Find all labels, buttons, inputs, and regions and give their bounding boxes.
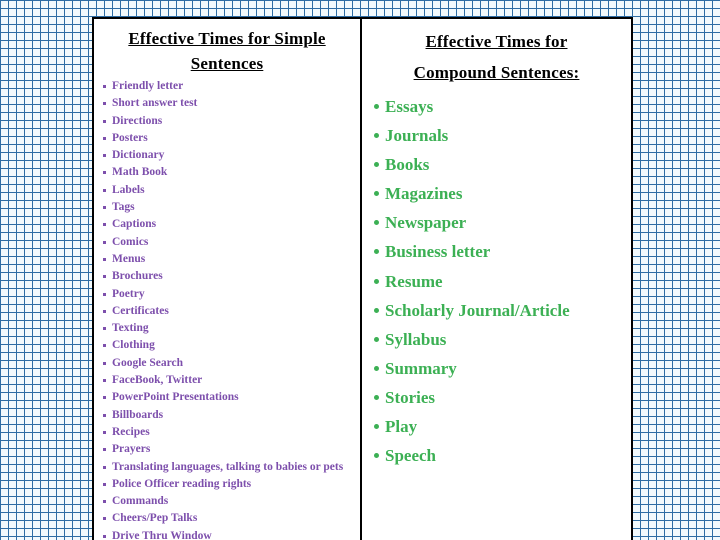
list-item: Police Officer reading rights	[103, 476, 360, 493]
list-item: Menus	[103, 251, 360, 268]
right-column-title: Effective Times for Compound Sentences:	[370, 26, 623, 88]
list-item: Poetry	[103, 286, 360, 303]
slide-content-panel: Effective Times for Simple Sentences Fri…	[92, 17, 633, 540]
list-item: Labels	[103, 182, 360, 199]
list-item: Certificates	[103, 303, 360, 320]
list-item: Clothing	[103, 337, 360, 354]
left-column-simple-sentences: Effective Times for Simple Sentences Fri…	[94, 19, 362, 540]
list-item: Short answer test	[103, 95, 360, 112]
list-item: Brochures	[103, 268, 360, 285]
list-item: Books	[374, 150, 631, 179]
list-item: Magazines	[374, 179, 631, 208]
list-item: FaceBook, Twitter	[103, 372, 360, 389]
list-item: Speech	[374, 441, 631, 470]
list-item: Tags	[103, 199, 360, 216]
left-column-title: Effective Times for Simple Sentences	[128, 29, 326, 73]
list-item: Billboards	[103, 407, 360, 424]
list-item: Scholarly Journal/Article	[374, 296, 631, 325]
list-item: Stories	[374, 383, 631, 412]
list-item: Translating languages, talking to babies…	[103, 459, 360, 476]
list-item: Comics	[103, 234, 360, 251]
list-item: Recipes	[103, 424, 360, 441]
list-item: Math Book	[103, 164, 360, 181]
compound-sentences-list: Essays Journals Books Magazines Newspape…	[362, 92, 631, 470]
list-item: Summary	[374, 354, 631, 383]
list-item: Prayers	[103, 441, 360, 458]
list-item: Texting	[103, 320, 360, 337]
right-column-title-line-2: Compound Sentences:	[413, 63, 580, 82]
two-column-layout: Effective Times for Simple Sentences Fri…	[94, 19, 631, 540]
simple-sentences-list: Friendly letter Short answer test Direct…	[94, 78, 360, 540]
list-item: Resume	[374, 267, 631, 296]
right-column-compound-sentences: Effective Times for Compound Sentences: …	[362, 19, 631, 540]
list-item: Captions	[103, 216, 360, 233]
list-item: Drive Thru Window	[103, 528, 360, 540]
list-item: Directions	[103, 113, 360, 130]
list-item: Posters	[103, 130, 360, 147]
list-item: Business letter	[374, 237, 631, 266]
list-item: Newspaper	[374, 208, 631, 237]
list-item: Journals	[374, 121, 631, 150]
list-item: Play	[374, 412, 631, 441]
list-item: PowerPoint Presentations	[103, 389, 360, 406]
list-item: Commands	[103, 493, 360, 510]
list-item: Google Search	[103, 355, 360, 372]
list-item: Syllabus	[374, 325, 631, 354]
list-item: Essays	[374, 92, 631, 121]
list-item: Dictionary	[103, 147, 360, 164]
list-item: Friendly letter	[103, 78, 360, 95]
right-column-title-line-1: Effective Times for	[425, 32, 568, 51]
list-item: Cheers/Pep Talks	[103, 510, 360, 527]
slide-background: { "slide": { "left_column": { "title": "…	[0, 0, 720, 540]
